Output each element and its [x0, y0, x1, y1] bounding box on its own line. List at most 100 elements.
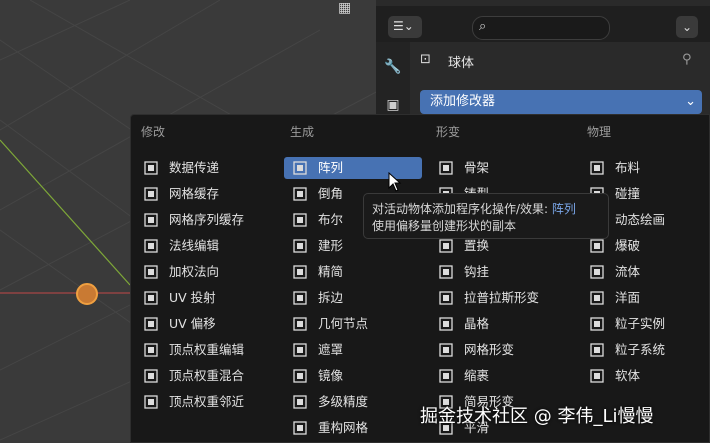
menu-item-soft-body[interactable]: 软体	[581, 365, 710, 387]
armature-icon	[438, 160, 454, 176]
uv-project-icon	[143, 290, 159, 306]
lattice-icon	[438, 316, 454, 332]
menu-item-label: 爆破	[615, 238, 641, 253]
menu-item-label: 粒子系统	[615, 342, 666, 357]
menu-item-label: 法线编辑	[169, 238, 220, 253]
menu-item-mesh-deform[interactable]: 网格形变	[430, 339, 568, 361]
multires-icon	[292, 394, 308, 410]
menu-item-ocean[interactable]: 洋面	[581, 287, 710, 309]
menu-item-vertex-weight-edit[interactable]: 顶点权重编辑	[135, 339, 273, 361]
menu-item-label: 顶点权重混合	[169, 368, 245, 383]
options-dropdown[interactable]: ⌄	[676, 16, 698, 38]
add-modifier-button[interactable]: 添加修改器 ⌄	[420, 90, 702, 114]
menu-item-fluid[interactable]: 流体	[581, 261, 710, 283]
explode-icon	[589, 238, 605, 254]
menu-item-label: 动态绘画	[615, 212, 666, 227]
sphere-object	[76, 283, 98, 305]
mask-icon	[292, 342, 308, 358]
weighted-normal-icon	[143, 264, 159, 280]
menu-item-label: 倒角	[318, 186, 344, 201]
vertex-weight-mix-icon	[143, 368, 159, 384]
column-heading-physics: 物理	[587, 125, 612, 139]
menu-item-label: 骨架	[464, 160, 490, 175]
tooltip: 对活动物体添加程序化操作/效果: 阵列 使用偏移量创建形状的副本	[363, 193, 609, 239]
geometry-nodes-icon	[292, 316, 308, 332]
ocean-icon	[589, 290, 605, 306]
properties-header: ☰⌄ ⌕ ⌄	[376, 6, 710, 42]
grid-view-icon[interactable]: ▦	[338, 0, 351, 16]
menu-item-label: 碰撞	[615, 186, 641, 201]
mesh-deform-icon	[438, 342, 454, 358]
shrinkwrap-icon	[438, 368, 454, 384]
menu-item-label: 洋面	[615, 290, 641, 305]
menu-item-cloth[interactable]: 布料	[581, 157, 710, 179]
menu-item-label: 布料	[615, 160, 641, 175]
displace-icon	[438, 238, 454, 254]
menu-item-label: 镜像	[318, 368, 344, 383]
object-name: 球体	[448, 56, 475, 71]
menu-item-weighted-normal[interactable]: 加权法向	[135, 261, 273, 283]
add-modifier-label: 添加修改器	[430, 94, 496, 109]
boolean-icon	[292, 212, 308, 228]
menu-item-multires[interactable]: 多级精度	[284, 391, 422, 413]
pin-icon[interactable]: ⚲	[682, 52, 692, 67]
menu-item-mirror[interactable]: 镜像	[284, 365, 422, 387]
add-modifier-menu: 修改 生成 形变 物理 数据传递 网格缓存 网格序列缓存 法线编辑 加权法向 UV 投射 U…	[130, 114, 710, 443]
soft-body-icon	[589, 368, 605, 384]
menu-item-label: 网格序列缓存	[169, 212, 245, 227]
menu-item-label: 拉普拉斯形变	[464, 290, 540, 305]
menu-item-label: 粒子实例	[615, 316, 666, 331]
menu-item-normal-edit[interactable]: 法线编辑	[135, 235, 273, 257]
tool-tab-icon[interactable]: 🔧	[382, 56, 404, 78]
mesh-cache-icon	[143, 186, 159, 202]
menu-item-label: 精简	[318, 264, 344, 279]
uv-warp-icon	[143, 316, 159, 332]
menu-item-label: 钩挂	[464, 264, 490, 279]
menu-item-label: 加权法向	[169, 264, 220, 279]
menu-item-label: 布尔	[318, 212, 344, 227]
tooltip-highlight: 阵列	[551, 202, 576, 216]
menu-item-hook[interactable]: 钩挂	[430, 261, 568, 283]
particle-instance-icon	[589, 316, 605, 332]
mesh-sequence-cache-icon	[143, 212, 159, 228]
menu-item-shrinkwrap[interactable]: 缩裹	[430, 365, 568, 387]
menu-item-vertex-weight-mix[interactable]: 顶点权重混合	[135, 365, 273, 387]
object-icon: ⊡	[420, 52, 431, 67]
search-input[interactable]: ⌕	[472, 16, 610, 40]
edge-split-icon	[292, 290, 308, 306]
menu-item-laplacian-deform[interactable]: 拉普拉斯形变	[430, 287, 568, 309]
menu-item-armature[interactable]: 骨架	[430, 157, 568, 179]
menu-item-data-transfer[interactable]: 数据传递	[135, 157, 273, 179]
build-icon	[292, 238, 308, 254]
menu-item-mesh-sequence-cache[interactable]: 网格序列缓存	[135, 209, 273, 231]
menu-item-mesh-cache[interactable]: 网格缓存	[135, 183, 273, 205]
menu-item-label: 数据传递	[169, 160, 220, 175]
vertex-weight-proximity-icon	[143, 394, 159, 410]
menu-item-particle-instance[interactable]: 粒子实例	[581, 313, 710, 335]
menu-item-lattice[interactable]: 晶格	[430, 313, 568, 335]
hook-icon	[438, 264, 454, 280]
menu-item-geometry-nodes[interactable]: 几何节点	[284, 313, 422, 335]
menu-item-label: 拆边	[318, 290, 344, 305]
chevron-down-icon: ⌄	[685, 94, 696, 109]
render-tab-icon[interactable]: ▣	[382, 94, 404, 116]
column-heading-generate: 生成	[290, 125, 315, 139]
search-icon: ⌕	[479, 19, 487, 34]
menu-item-label: 遮罩	[318, 342, 344, 357]
menu-item-mask[interactable]: 遮罩	[284, 339, 422, 361]
menu-item-remesh[interactable]: 重构网格	[284, 417, 422, 439]
tooltip-line2: 使用偏移量创建形状的副本	[372, 219, 517, 233]
menu-item-decimate[interactable]: 精简	[284, 261, 422, 283]
menu-item-vertex-weight-proximity[interactable]: 顶点权重邻近	[135, 391, 273, 413]
menu-item-edge-split[interactable]: 拆边	[284, 287, 422, 309]
menu-item-uv-project[interactable]: UV 投射	[135, 287, 273, 309]
menu-item-particle-system[interactable]: 粒子系统	[581, 339, 710, 361]
editor-type-button[interactable]: ☰⌄	[388, 16, 422, 38]
laplacian-deform-icon	[438, 290, 454, 306]
array-icon	[292, 160, 308, 176]
menu-item-label: 顶点权重邻近	[169, 394, 245, 409]
menu-item-uv-warp[interactable]: UV 偏移	[135, 313, 273, 335]
cloth-icon	[589, 160, 605, 176]
fluid-icon	[589, 264, 605, 280]
menu-item-label: 顶点权重编辑	[169, 342, 245, 357]
